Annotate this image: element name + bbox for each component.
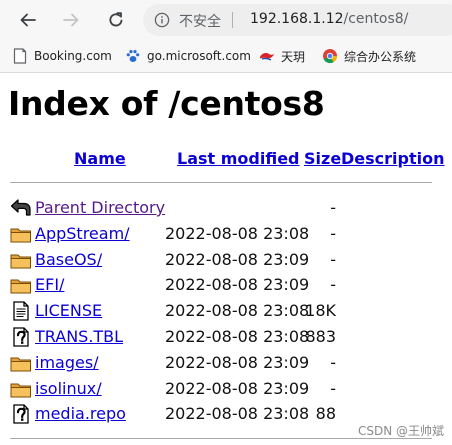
address-bar[interactable]: 不安全 192.168.1.12/centos8/ xyxy=(143,4,452,36)
file-last-modified: 2022-08-08 23:09 xyxy=(165,352,310,372)
file-size: 883 xyxy=(305,327,336,346)
folder-icon[interactable] xyxy=(10,250,32,270)
not-secure-label: 不安全 xyxy=(179,14,221,30)
url-text[interactable]: 192.168.1.12/centos8/ xyxy=(250,11,408,27)
watermark: CSDN @王帅斌 xyxy=(357,424,444,438)
folder-icon[interactable] xyxy=(10,379,32,399)
file-last-modified: 2022-08-08 23:08 xyxy=(165,327,310,346)
file-name-link[interactable]: images/ xyxy=(35,353,99,372)
file-row: AppStream/2022-08-08 23:08- xyxy=(0,221,452,247)
arrow-right-icon xyxy=(63,13,79,27)
file-row: Parent Directory - xyxy=(0,195,452,221)
text-file-icon[interactable] xyxy=(10,301,32,321)
sort-by-size-link[interactable]: Size xyxy=(304,149,341,168)
folder-icon[interactable] xyxy=(10,275,32,295)
folder-icon[interactable] xyxy=(10,353,32,373)
file-size: - xyxy=(330,352,336,372)
back-icon[interactable] xyxy=(10,198,32,218)
bookmark-label: 天玥 xyxy=(281,49,306,64)
bookmark-tianyue[interactable]: 天玥 xyxy=(259,48,305,64)
file-row: images/2022-08-08 23:09- xyxy=(0,350,452,376)
browser-toolbar: 不安全 192.168.1.12/centos8/ xyxy=(0,0,452,40)
page-title: Index of /centos8 xyxy=(8,84,325,123)
url-host: 192.168.1.12 xyxy=(250,11,344,27)
arrow-left-icon xyxy=(20,13,36,27)
file-last-modified: 2022-08-08 23:09 xyxy=(165,378,310,398)
file-last-modified: 2022-08-08 23:09 xyxy=(165,275,310,295)
bookmark-office-system[interactable]: 综合办公系统 xyxy=(322,48,416,64)
file-row: LICENSE 2022-08-08 23:08 18K xyxy=(0,298,452,324)
tianyue-icon xyxy=(259,48,275,64)
bookmarks-bar: Booking.com go.microsoft.com 天玥 综合办公系统 xyxy=(0,40,452,73)
folder-icon[interactable] xyxy=(10,224,32,244)
header-divider xyxy=(10,182,432,183)
paw-icon xyxy=(125,48,141,64)
file-size: 18K xyxy=(305,301,336,321)
file-row: isolinux/2022-08-08 23:09- xyxy=(0,376,452,402)
file-name-link[interactable]: AppStream/ xyxy=(35,224,130,243)
bookmark-booking[interactable]: Booking.com xyxy=(12,48,112,64)
file-size: - xyxy=(330,378,336,398)
file-last-modified: 2022-08-08 23:08 xyxy=(165,301,310,321)
sort-by-last-modified-link[interactable]: Last modified xyxy=(177,149,300,168)
file-name-link[interactable]: EFI/ xyxy=(35,275,64,294)
reload-icon xyxy=(109,12,123,27)
bookmark-label: go.microsoft.com xyxy=(147,49,251,63)
bookmark-label: Booking.com xyxy=(34,49,112,63)
file-row: BaseOS/2022-08-08 23:09- xyxy=(0,247,452,273)
file-last-modified: 2022-08-08 23:08 xyxy=(165,223,310,243)
chrome-icon xyxy=(322,48,338,64)
file-size: - xyxy=(330,198,336,217)
file-row: TRANS.TBL 2022-08-08 23:08 883 xyxy=(0,324,452,350)
file-size: - xyxy=(330,275,336,295)
file-size: - xyxy=(330,223,336,243)
back-button[interactable] xyxy=(16,8,40,32)
url-path: /centos8/ xyxy=(343,11,409,27)
file-name-link[interactable]: Parent Directory xyxy=(35,198,165,217)
file-name-link[interactable]: media.repo xyxy=(35,404,126,423)
sort-by-description-link[interactable]: Description xyxy=(341,149,444,168)
file-size: - xyxy=(330,249,336,269)
forward-button[interactable] xyxy=(59,8,83,32)
unknown-file-icon[interactable] xyxy=(10,327,32,347)
file-row: EFI/2022-08-08 23:09- xyxy=(0,272,452,298)
bookmark-label: 综合办公系统 xyxy=(344,49,417,64)
file-name-link[interactable]: BaseOS/ xyxy=(35,250,102,269)
reload-button[interactable] xyxy=(104,8,128,32)
booking-icon xyxy=(12,48,28,64)
bookmark-go-microsoft[interactable]: go.microsoft.com xyxy=(125,48,251,64)
sort-by-name-link[interactable]: Name xyxy=(74,149,126,168)
file-last-modified: 2022-08-08 23:08 xyxy=(165,404,310,424)
file-last-modified: 2022-08-08 23:09 xyxy=(165,249,310,269)
unknown-file-icon[interactable] xyxy=(10,404,32,425)
file-name-link[interactable]: TRANS.TBL xyxy=(35,327,123,346)
file-name-link[interactable]: isolinux/ xyxy=(35,379,102,398)
file-name-link[interactable]: LICENSE xyxy=(35,301,102,320)
file-size: 88 xyxy=(315,404,336,424)
info-icon[interactable] xyxy=(154,12,170,28)
omnibox-divider xyxy=(232,12,233,28)
